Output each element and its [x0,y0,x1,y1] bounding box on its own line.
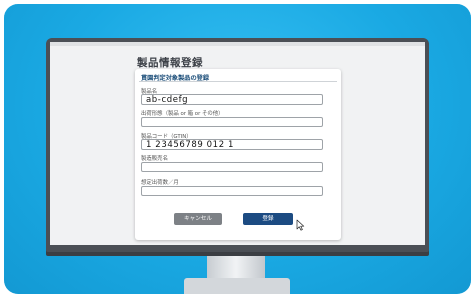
section-divider [139,81,337,82]
monthly-shipments-label: 想定出荷数／月 [141,180,179,186]
product-form: 貫園判定対象製品の登録 製品名 ab-cdefg 出荷形態（製品 or 箱 or… [135,69,341,240]
monitor-stand-base [184,278,290,294]
page-title: 製品情報登録 [137,57,203,69]
pointer-cursor-icon [296,219,305,231]
monthly-shipments-field[interactable] [141,186,323,196]
register-button[interactable]: 登録 [243,213,293,225]
shipping-form-field[interactable] [141,117,323,127]
product-name-field[interactable]: ab-cdefg [141,94,323,105]
cancel-button[interactable]: キャンセル [174,213,222,225]
product-code-field[interactable]: 1 23456789 012 1 [141,139,323,150]
shipping-form-label: 出荷形態（製品 or 箱 or その他） [141,111,224,117]
manufacturer-label: 製造販売名 [141,156,168,162]
manufacturer-field[interactable] [141,162,323,172]
monitor-screen: 製品情報登録 貫園判定対象製品の登録 製品名 ab-cdefg 出荷形態（製品 … [50,42,425,245]
screen-top-strip [50,42,425,46]
